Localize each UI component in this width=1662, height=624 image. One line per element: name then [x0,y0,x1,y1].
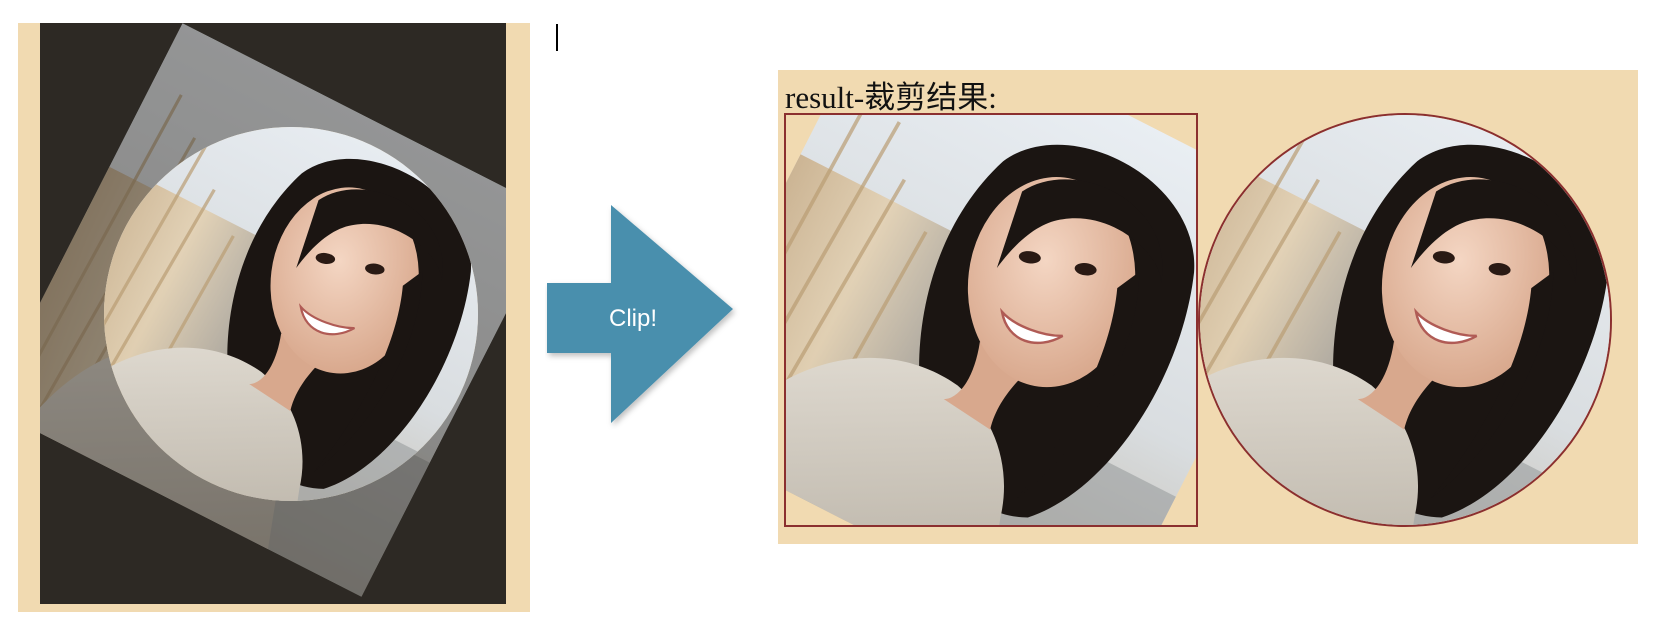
cropper-panel [18,23,530,612]
clip-arrow[interactable]: Clip! [545,205,755,430]
result-square-image [784,113,1198,527]
crop-selection-circle[interactable] [104,127,478,501]
text-cursor [556,24,558,51]
result-circle-image [1198,113,1612,527]
result-square-photo [786,115,1196,525]
result-panel: result-裁剪结果: [778,70,1638,544]
result-circle-photo [1200,115,1610,525]
crop-overlay [40,23,506,604]
crop-selection-photo [104,127,478,501]
clip-label: Clip! [608,305,657,332]
result-title: result-裁剪结果: [785,80,997,115]
